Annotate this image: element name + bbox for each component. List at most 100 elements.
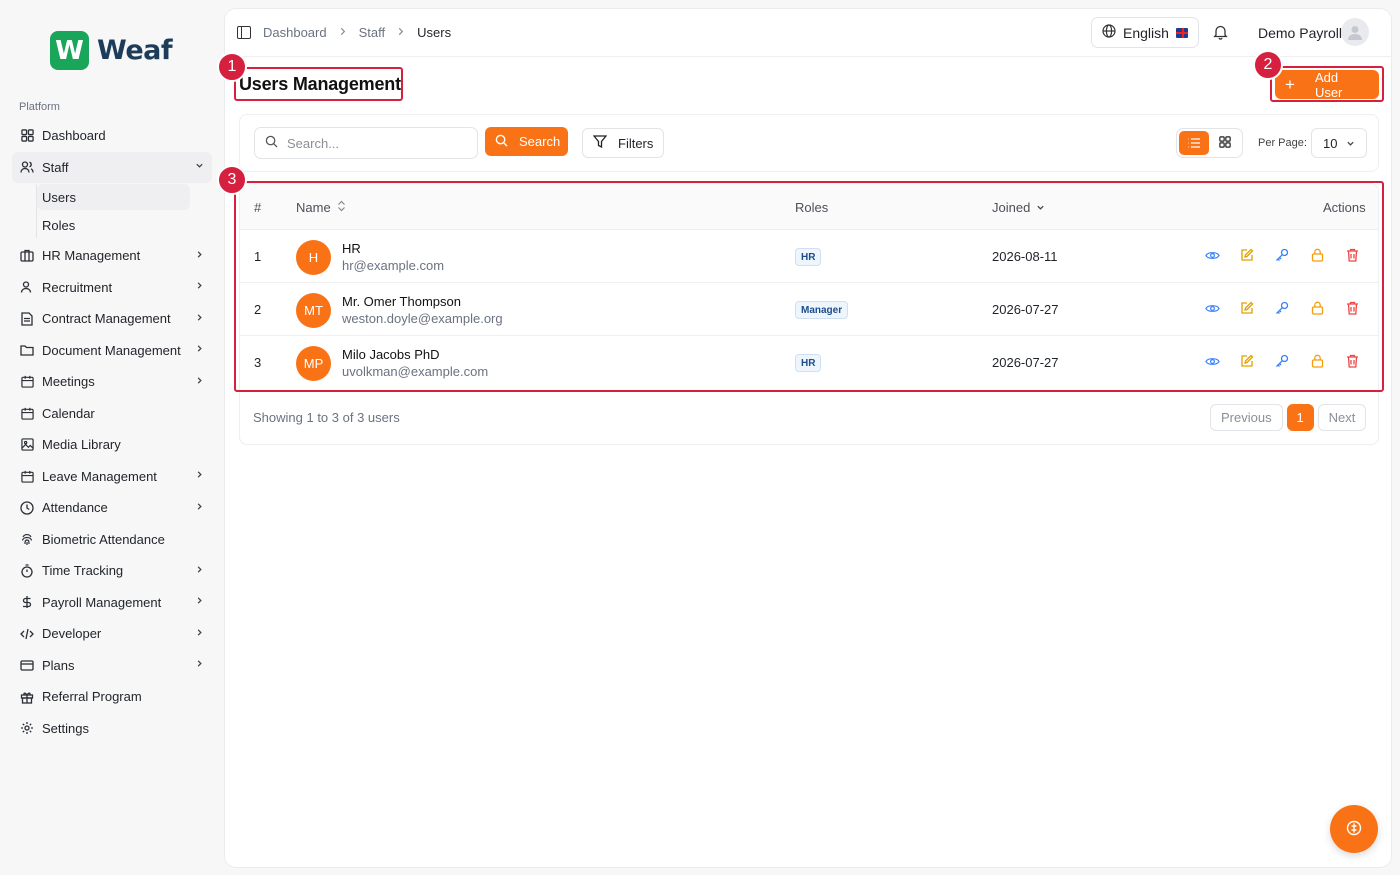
chevron-right-icon	[195, 313, 204, 325]
sidebar-nav: Dashboard Staff Users Roles HR Managemen…	[12, 120, 212, 744]
gift-icon	[20, 690, 34, 704]
code-icon	[20, 627, 34, 641]
sidebar-item-label: Plans	[42, 657, 75, 673]
language-selector[interactable]: English	[1091, 17, 1199, 48]
annotation-badge: 2	[1253, 50, 1283, 80]
list-view-button[interactable]	[1179, 131, 1209, 155]
sidebar-item-label: Calendar	[42, 405, 95, 421]
next-page-button[interactable]: Next	[1317, 404, 1367, 431]
sidebar-item-leave-management[interactable]: Leave Management	[12, 461, 212, 493]
help-fab-button[interactable]	[1330, 805, 1378, 853]
annotation-box-title	[234, 67, 403, 101]
breadcrumb-dashboard[interactable]: Dashboard	[263, 25, 327, 40]
sidebar-item-label: Attendance	[42, 500, 108, 516]
grid-icon	[20, 129, 34, 143]
annotation-badge: 1	[217, 52, 247, 82]
sidebar: W Weaf Platform Dashboard Staff Users Ro…	[0, 0, 224, 875]
sidebar-item-label: Dashboard	[42, 128, 106, 144]
sidebar-item-dashboard[interactable]: Dashboard	[12, 120, 212, 152]
sidebar-item-label: Document Management	[42, 342, 181, 358]
search-field[interactable]	[254, 127, 478, 159]
page-1-button[interactable]: 1	[1286, 404, 1314, 431]
search-input[interactable]	[287, 135, 457, 151]
image-icon	[20, 438, 34, 452]
filters-button[interactable]: Filters	[582, 128, 664, 158]
sidebar-subitem-roles[interactable]: Roles	[37, 212, 190, 238]
sidebar-item-label: Contract Management	[42, 311, 171, 327]
chevron-right-icon	[195, 565, 204, 577]
filter-icon	[592, 135, 608, 151]
sidebar-item-label: Recruitment	[42, 279, 113, 295]
brand-logo[interactable]: W Weaf	[50, 31, 173, 70]
sidebar-item-media-library[interactable]: Media Library	[12, 429, 212, 461]
annotation-badge: 3	[217, 165, 247, 195]
search-icon	[495, 134, 508, 150]
chevron-right-icon	[195, 628, 204, 640]
avatar[interactable]	[1341, 18, 1369, 46]
sidebar-item-label: Time Tracking	[42, 563, 124, 579]
annotation-box-table	[234, 181, 1384, 392]
staff-submenu: Users Roles	[36, 184, 212, 238]
breadcrumb-staff[interactable]: Staff	[359, 25, 386, 40]
sidebar-item-label: Referral Program	[42, 689, 142, 705]
sidebar-item-hr-management[interactable]: HR Management	[12, 240, 212, 272]
sidebar-item-label: Payroll Management	[42, 594, 162, 610]
sidebar-item-payroll-management[interactable]: Payroll Management	[12, 587, 212, 619]
search-button[interactable]: Search	[485, 127, 568, 156]
sidebar-section-label: Platform	[19, 101, 60, 113]
per-page-select[interactable]: 10	[1311, 128, 1367, 158]
gear-icon	[20, 721, 34, 735]
previous-page-button[interactable]: Previous	[1210, 404, 1283, 431]
chevron-right-icon	[397, 27, 405, 39]
chevron-right-icon	[195, 250, 204, 262]
globe-icon	[1102, 24, 1116, 41]
sidebar-subitem-users[interactable]: Users	[37, 184, 190, 210]
sidebar-item-plans[interactable]: Plans	[12, 650, 212, 682]
sidebar-item-label: Leave Management	[42, 468, 157, 484]
clock-icon	[20, 501, 34, 515]
sidebar-item-settings[interactable]: Settings	[12, 713, 212, 745]
sidebar-item-attendance[interactable]: Attendance	[12, 492, 212, 524]
fingerprint-icon	[20, 532, 34, 546]
sidebar-item-label: Biometric Attendance	[42, 531, 165, 547]
sidebar-item-label: Meetings	[42, 374, 95, 390]
bell-icon[interactable]	[1213, 24, 1229, 40]
sidebar-item-biometric-attendance[interactable]: Biometric Attendance	[12, 524, 212, 556]
chevron-down-icon	[1346, 136, 1355, 151]
filters-label: Filters	[618, 135, 654, 151]
breadcrumb-users: Users	[417, 25, 452, 40]
sidebar-toggle-icon[interactable]	[237, 26, 251, 39]
sidebar-item-meetings[interactable]: Meetings	[12, 366, 212, 398]
calendar-icon	[20, 469, 34, 483]
dollar-icon	[20, 595, 34, 609]
sidebar-item-calendar[interactable]: Calendar	[12, 398, 212, 430]
user-name[interactable]: Demo Payroll	[1258, 25, 1342, 41]
table-footer	[239, 397, 1379, 445]
chevron-right-icon	[195, 502, 204, 514]
document-icon	[20, 312, 34, 326]
sidebar-item-referral-program[interactable]: Referral Program	[12, 681, 212, 713]
sidebar-item-developer[interactable]: Developer	[12, 618, 212, 650]
uk-flag-icon	[1175, 27, 1188, 38]
sidebar-item-recruitment[interactable]: Recruitment	[12, 272, 212, 304]
sidebar-item-label: Developer	[42, 626, 102, 642]
pagination-summary: Showing 1 to 3 of 3 users	[253, 410, 400, 425]
breadcrumb: Dashboard Staff Users	[263, 25, 451, 40]
chevron-right-icon	[195, 470, 204, 482]
chevron-right-icon	[195, 344, 204, 356]
briefcase-icon	[20, 249, 34, 263]
chevron-right-icon	[195, 281, 204, 293]
sidebar-item-time-tracking[interactable]: Time Tracking	[12, 555, 212, 587]
chevron-right-icon	[339, 27, 347, 39]
grid-view-button[interactable]	[1211, 131, 1241, 155]
sidebar-item-document-management[interactable]: Document Management	[12, 335, 212, 367]
search-icon	[265, 135, 278, 151]
sidebar-item-staff[interactable]: Staff	[12, 151, 212, 183]
sidebar-item-label: Settings	[42, 720, 89, 736]
folder-icon	[20, 343, 34, 357]
logo-text: Weaf	[97, 35, 173, 66]
logo-mark: W	[50, 31, 89, 70]
search-button-label: Search	[519, 134, 561, 149]
sidebar-item-contract-management[interactable]: Contract Management	[12, 303, 212, 335]
per-page-label: Per Page:	[1258, 137, 1307, 149]
